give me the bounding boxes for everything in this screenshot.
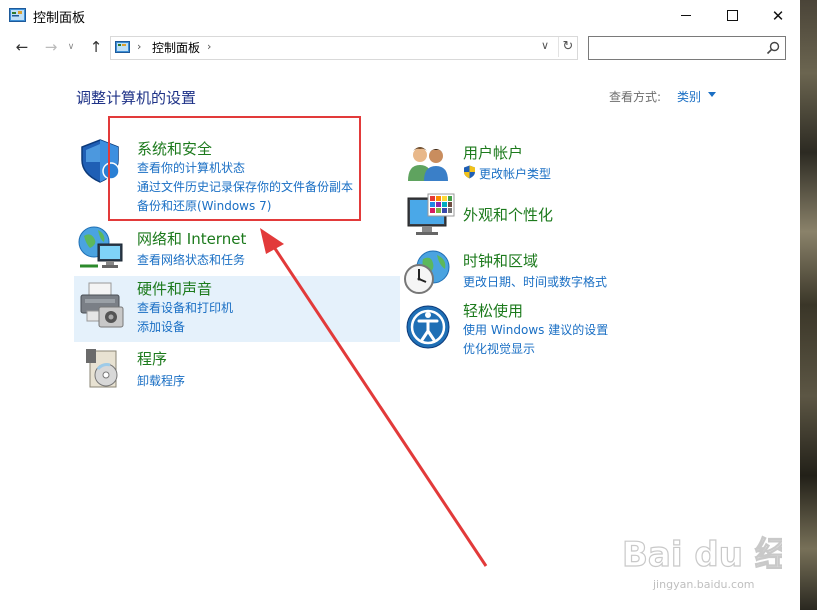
annotation-arrow: [260, 228, 488, 567]
watermark-brand: Bai du 经验: [622, 535, 782, 575]
control-panel-window: 控制面板 ✕ ← → ∨ ↑ › 控制面板 › ∨ ↻ 调整计算机的设置 查看方…: [0, 0, 801, 610]
watermark-url: jingyan.baidu.com: [653, 578, 755, 591]
desktop-background: [800, 0, 817, 610]
